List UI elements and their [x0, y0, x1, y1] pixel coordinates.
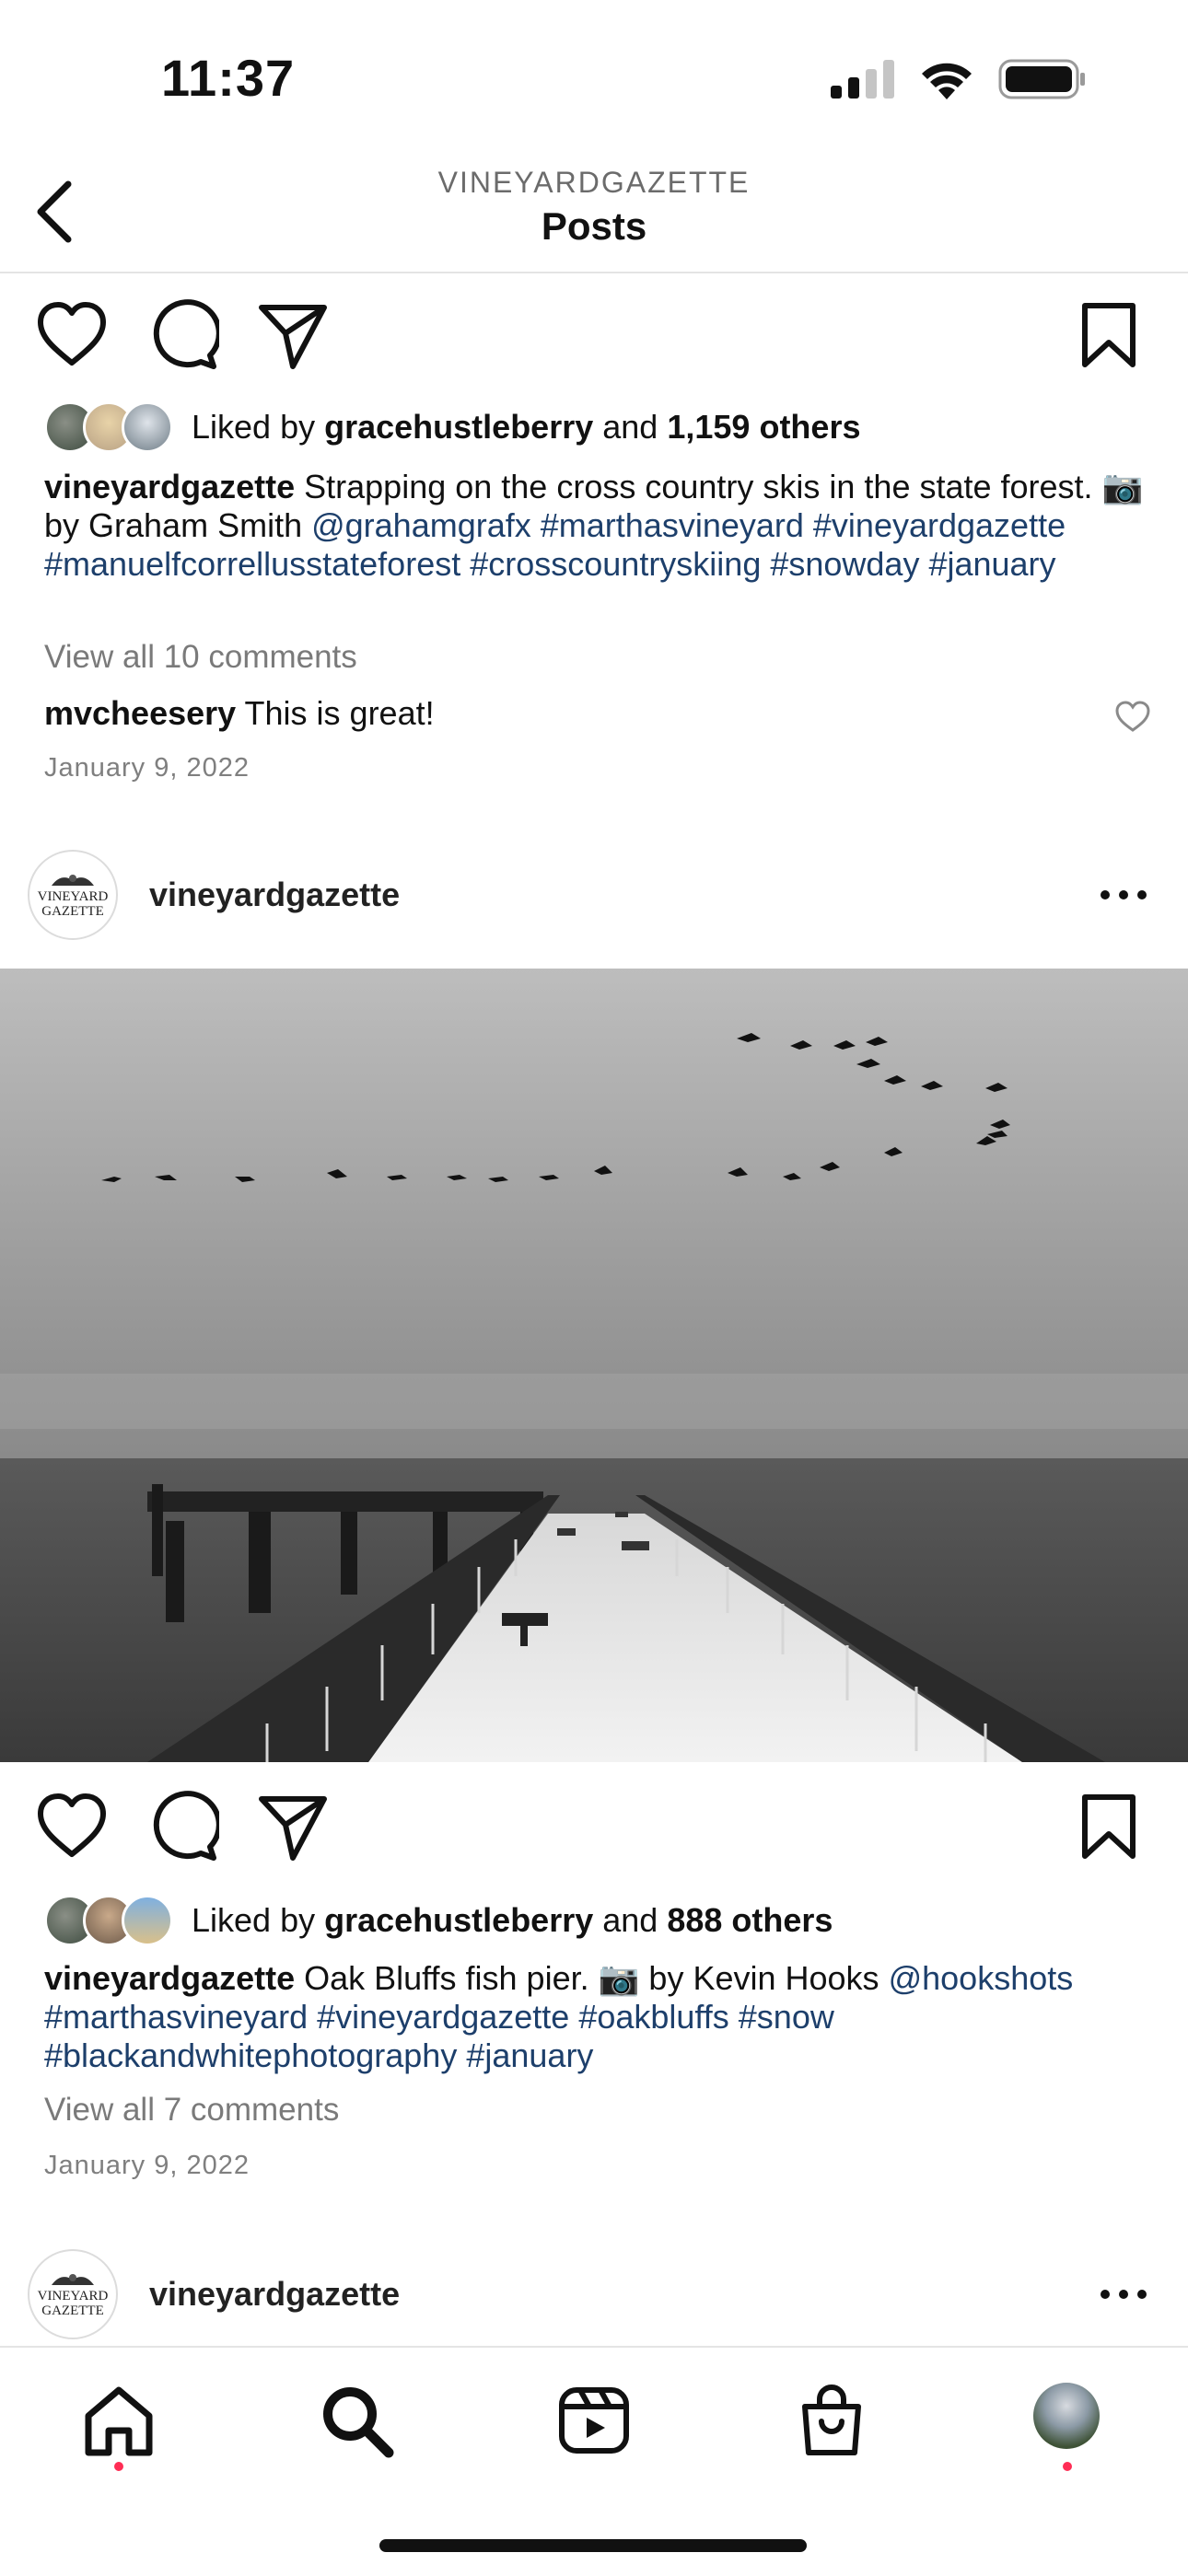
post-header: VINEYARD GAZETTE vineyardgazette [0, 2244, 1188, 2345]
post-caption: vineyardgazette Strapping on the cross c… [44, 468, 1149, 584]
logo-text-line2: GAZETTE [41, 904, 104, 919]
shop-icon[interactable] [790, 2379, 873, 2462]
profile-notification-dot [1063, 2462, 1072, 2471]
status-time: 11:37 [161, 49, 296, 107]
avatar [122, 401, 173, 453]
liker-avatars [44, 1895, 173, 1946]
logo-emblem-icon [52, 875, 94, 886]
caption-mention[interactable]: @grahamgrafx [311, 506, 531, 544]
likes-and: and [602, 1901, 658, 1939]
post-date: January 9, 2022 [44, 753, 250, 783]
comment-text: This is great! [244, 694, 435, 732]
caption-author[interactable]: vineyardgazette [44, 1959, 295, 1997]
view-comments-link[interactable]: View all 10 comments [44, 639, 357, 676]
search-icon[interactable] [315, 2379, 398, 2462]
heart-icon[interactable] [35, 1790, 109, 1863]
likes-prefix: Liked by [192, 1901, 316, 1939]
caption-mention[interactable]: @hookshots [889, 1959, 1074, 1997]
cellular-signal-icon [831, 60, 894, 99]
status-icons [831, 59, 1087, 99]
likes-count[interactable]: 888 others [667, 1901, 833, 1940]
bookmark-icon[interactable] [1072, 1790, 1146, 1863]
comment-icon[interactable] [146, 298, 219, 372]
header-account-name: VINEYARDGAZETTE [437, 166, 751, 199]
caption-text: Oak Bluffs fish pier. 📷 by Kevin Hooks [304, 1959, 879, 1997]
reels-icon[interactable] [553, 2379, 635, 2462]
comment-like-heart-icon[interactable] [1114, 700, 1151, 733]
post-caption: vineyardgazette Oak Bluffs fish pier. 📷 … [44, 1959, 1149, 2075]
likes-summary[interactable]: Liked by gracehustleberry and 888 others [44, 1895, 833, 1946]
home-indicator [379, 2539, 807, 2552]
logo-text-line1: VINEYARD [37, 889, 109, 904]
logo-text-line1: VINEYARD [37, 2289, 109, 2303]
page-title: Posts [541, 204, 647, 248]
post-photo[interactable] [0, 969, 1188, 1762]
comment-user[interactable]: mvcheesery [44, 694, 236, 732]
likes-count[interactable]: 1,159 others [667, 408, 860, 447]
logo-emblem-icon [52, 2274, 94, 2285]
post-header: VINEYARD GAZETTE vineyardgazette [0, 844, 1188, 946]
home-notification-dot [114, 2462, 123, 2471]
liker-avatars [44, 401, 173, 453]
post-date: January 9, 2022 [44, 2151, 250, 2180]
post-username[interactable]: vineyardgazette [149, 876, 400, 914]
avatar [122, 1895, 173, 1946]
more-options-icon[interactable] [1096, 881, 1151, 909]
comment-preview: mvcheesery This is great! [44, 694, 435, 733]
caption-hashtags[interactable]: #marthasvineyard #vineyardgazette #oakbl… [44, 1998, 834, 2074]
more-options-icon[interactable] [1096, 2280, 1151, 2308]
profile-avatar[interactable] [1033, 2383, 1100, 2449]
battery-icon [998, 59, 1085, 99]
liked-user[interactable]: gracehustleberry [324, 1901, 593, 1940]
comment-icon[interactable] [146, 1790, 219, 1863]
heart-icon[interactable] [35, 298, 109, 372]
share-icon[interactable] [256, 298, 330, 372]
likes-and: and [602, 408, 658, 446]
post-username[interactable]: vineyardgazette [149, 2275, 400, 2314]
caption-author[interactable]: vineyardgazette [44, 468, 295, 505]
logo-text-line2: GAZETTE [41, 2303, 104, 2318]
account-logo-avatar[interactable]: VINEYARD GAZETTE [28, 850, 118, 940]
account-logo-avatar[interactable]: VINEYARD GAZETTE [28, 2249, 118, 2339]
liked-user[interactable]: gracehustleberry [324, 408, 593, 447]
likes-prefix: Liked by [192, 408, 316, 446]
share-icon[interactable] [256, 1790, 330, 1863]
likes-summary[interactable]: Liked by gracehustleberry and 1,159 othe… [44, 401, 860, 453]
wifi-icon [922, 63, 972, 99]
home-icon[interactable] [77, 2379, 160, 2462]
bookmark-icon[interactable] [1072, 298, 1146, 372]
view-comments-link[interactable]: View all 7 comments [44, 2092, 339, 2129]
